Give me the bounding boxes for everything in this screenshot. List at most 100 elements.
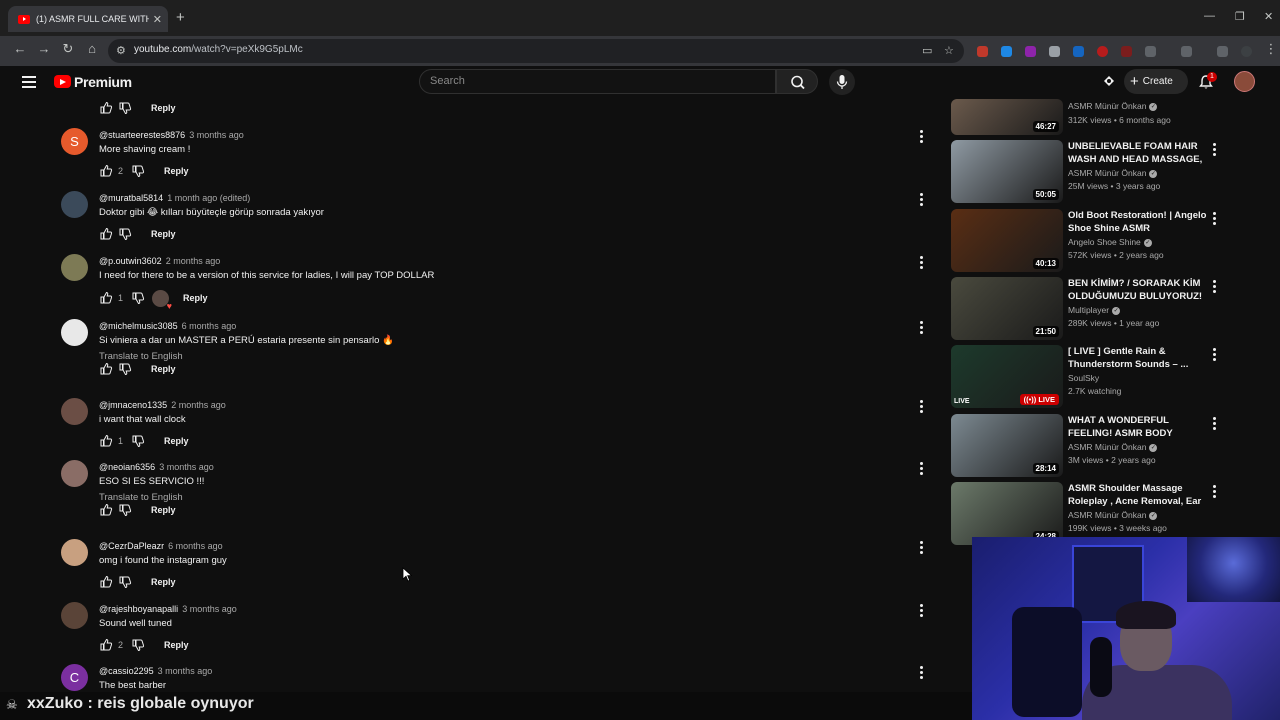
dislike-icon[interactable]	[118, 101, 132, 115]
reload-icon[interactable]: ↻	[59, 41, 77, 57]
video-thumbnail[interactable]: 24:28	[951, 482, 1063, 545]
comment-time[interactable]: 3 months ago	[189, 130, 244, 140]
video-menu-icon[interactable]	[1213, 143, 1217, 158]
commenter-avatar[interactable]	[61, 398, 88, 425]
related-video-item[interactable]: 40:13 Old Boot Restoration! | Angelo Shoe…	[951, 209, 1221, 273]
forward-icon[interactable]: →	[35, 41, 53, 56]
extension-icon[interactable]	[1121, 46, 1132, 57]
reply-button[interactable]: Reply	[151, 364, 176, 374]
extension-icon[interactable]	[1001, 46, 1012, 57]
search-button[interactable]	[776, 69, 818, 94]
commenter-avatar[interactable]	[61, 602, 88, 629]
like-icon[interactable]	[99, 291, 113, 305]
dislike-icon[interactable]	[118, 503, 132, 517]
comment-time[interactable]: 3 months ago	[182, 604, 237, 614]
reply-button[interactable]: Reply	[151, 577, 176, 587]
reply-button[interactable]: Reply	[183, 293, 208, 303]
channel-name[interactable]: ASMR Münür Önkan ✓	[1068, 101, 1158, 111]
video-title[interactable]: ASMR Shoulder Massage Roleplay , Acne Re…	[1068, 482, 1208, 508]
video-menu-icon[interactable]	[1213, 485, 1217, 500]
video-thumbnail[interactable]: 46:27	[951, 99, 1063, 135]
reply-button[interactable]: Reply	[164, 640, 189, 650]
comment-time[interactable]: 1 month ago (edited)	[167, 193, 250, 203]
channel-name[interactable]: ASMR Münür Önkan ✓	[1068, 442, 1158, 452]
comment-menu-icon[interactable]	[918, 130, 924, 145]
comment-menu-icon[interactable]	[918, 321, 924, 336]
commenter-avatar[interactable]	[61, 319, 88, 346]
shorts-icon[interactable]	[1101, 73, 1117, 89]
video-menu-icon[interactable]	[1213, 348, 1217, 363]
search-box[interactable]	[419, 69, 776, 94]
dislike-icon[interactable]	[131, 164, 145, 178]
related-video-item[interactable]: LIVE ((•)) LIVE [ LIVE ] Gentle Rain & Thu…	[951, 345, 1221, 409]
extension-icon[interactable]	[1049, 46, 1060, 57]
account-avatar[interactable]	[1234, 71, 1255, 92]
video-title[interactable]: UNBELIEVABLE FOAM HAIR WASH AND HEAD MAS…	[1068, 140, 1208, 166]
comment-menu-icon[interactable]	[918, 462, 924, 477]
comment-author[interactable]: @michelmusic3085	[99, 321, 178, 331]
comment-menu-icon[interactable]	[918, 541, 924, 556]
commenter-avatar[interactable]	[61, 460, 88, 487]
like-icon[interactable]	[99, 164, 113, 178]
like-icon[interactable]	[99, 101, 113, 115]
dislike-icon[interactable]	[131, 638, 145, 652]
comment-time[interactable]: 2 months ago	[166, 256, 221, 266]
browser-tab-active[interactable]: (1) ASMR FULL CARE WITH TUR ✕	[8, 6, 168, 32]
related-video-item[interactable]: 28:14 WHAT A WONDERFUL FEELING! ASMR BODY…	[951, 414, 1221, 478]
new-tab-icon[interactable]: +	[176, 9, 185, 26]
youtube-logo-icon[interactable]	[54, 75, 71, 88]
channel-name[interactable]: ASMR Münür Önkan ✓	[1068, 510, 1158, 520]
comment-time[interactable]: 6 months ago	[168, 541, 223, 551]
restore-icon[interactable]: ❐	[1235, 10, 1245, 23]
extension-icon[interactable]	[1097, 46, 1108, 57]
like-icon[interactable]	[99, 362, 113, 376]
comment-menu-icon[interactable]	[918, 400, 924, 415]
browser-menu-icon[interactable]: ⋮	[1262, 41, 1280, 57]
side-panel-icon[interactable]	[1181, 46, 1192, 57]
video-thumbnail[interactable]: LIVE ((•)) LIVE	[951, 345, 1063, 408]
video-thumbnail[interactable]: 28:14	[951, 414, 1063, 477]
address-bar[interactable]: ⚙ youtube.com/watch?v=peXk9G5pLMc ▭ ☆	[108, 39, 964, 63]
reply-button[interactable]: Reply	[164, 436, 189, 446]
comment-author[interactable]: @p.outwin3602	[99, 256, 162, 266]
video-title[interactable]: [ LIVE ] Gentle Rain & Thunderstorm Soun…	[1068, 345, 1208, 371]
site-info-icon[interactable]: ⚙	[116, 44, 126, 57]
comment-author[interactable]: @neoian6356	[99, 462, 155, 472]
comment-time[interactable]: 6 months ago	[182, 321, 237, 331]
comment-time[interactable]: 2 months ago	[171, 400, 226, 410]
video-title[interactable]: BEN KİMİM? / SORARAK KİM OLDUĞUMUZU BULU…	[1068, 277, 1208, 303]
commenter-avatar[interactable]: S	[61, 128, 88, 155]
minimize-icon[interactable]: —	[1204, 10, 1215, 22]
extension-icon[interactable]	[977, 46, 988, 57]
cast-icon[interactable]: ▭	[922, 44, 932, 57]
translate-button[interactable]: Translate to English	[99, 351, 183, 362]
search-input[interactable]	[430, 75, 760, 87]
video-title[interactable]: WHAT A WONDERFUL FEELING! ASMR BODY MASS…	[1068, 414, 1208, 440]
like-icon[interactable]	[99, 503, 113, 517]
like-icon[interactable]	[99, 434, 113, 448]
media-control-icon[interactable]	[1217, 46, 1228, 57]
video-thumbnail[interactable]: 50:05	[951, 140, 1063, 203]
comment-author[interactable]: @CezrDaPleazr	[99, 541, 164, 551]
commenter-avatar[interactable]	[61, 191, 88, 218]
channel-name[interactable]: Multiplayer ✓	[1068, 305, 1121, 315]
extension-icon[interactable]	[1025, 46, 1036, 57]
reply-button[interactable]: Reply	[164, 166, 189, 176]
dislike-icon[interactable]	[118, 227, 132, 241]
translate-button[interactable]: Translate to English	[99, 492, 183, 503]
video-menu-icon[interactable]	[1213, 417, 1217, 432]
create-button[interactable]: + Create	[1124, 69, 1188, 94]
extension-icon[interactable]	[1073, 46, 1084, 57]
home-icon[interactable]: ⌂	[83, 41, 101, 56]
dislike-icon[interactable]	[131, 291, 145, 305]
comment-author[interactable]: @jmnaceno1335	[99, 400, 167, 410]
comment-menu-icon[interactable]	[918, 256, 924, 271]
video-menu-icon[interactable]	[1213, 280, 1217, 295]
comment-menu-icon[interactable]	[918, 193, 924, 208]
commenter-avatar[interactable]: C	[61, 664, 88, 691]
comment-author[interactable]: @muratbal5814	[99, 193, 163, 203]
dislike-icon[interactable]	[118, 362, 132, 376]
comment-menu-icon[interactable]	[918, 604, 924, 619]
related-video-item[interactable]: 21:50 BEN KİMİM? / SORARAK KİM OLDUĞUMUZU…	[951, 277, 1221, 341]
like-icon[interactable]	[99, 575, 113, 589]
